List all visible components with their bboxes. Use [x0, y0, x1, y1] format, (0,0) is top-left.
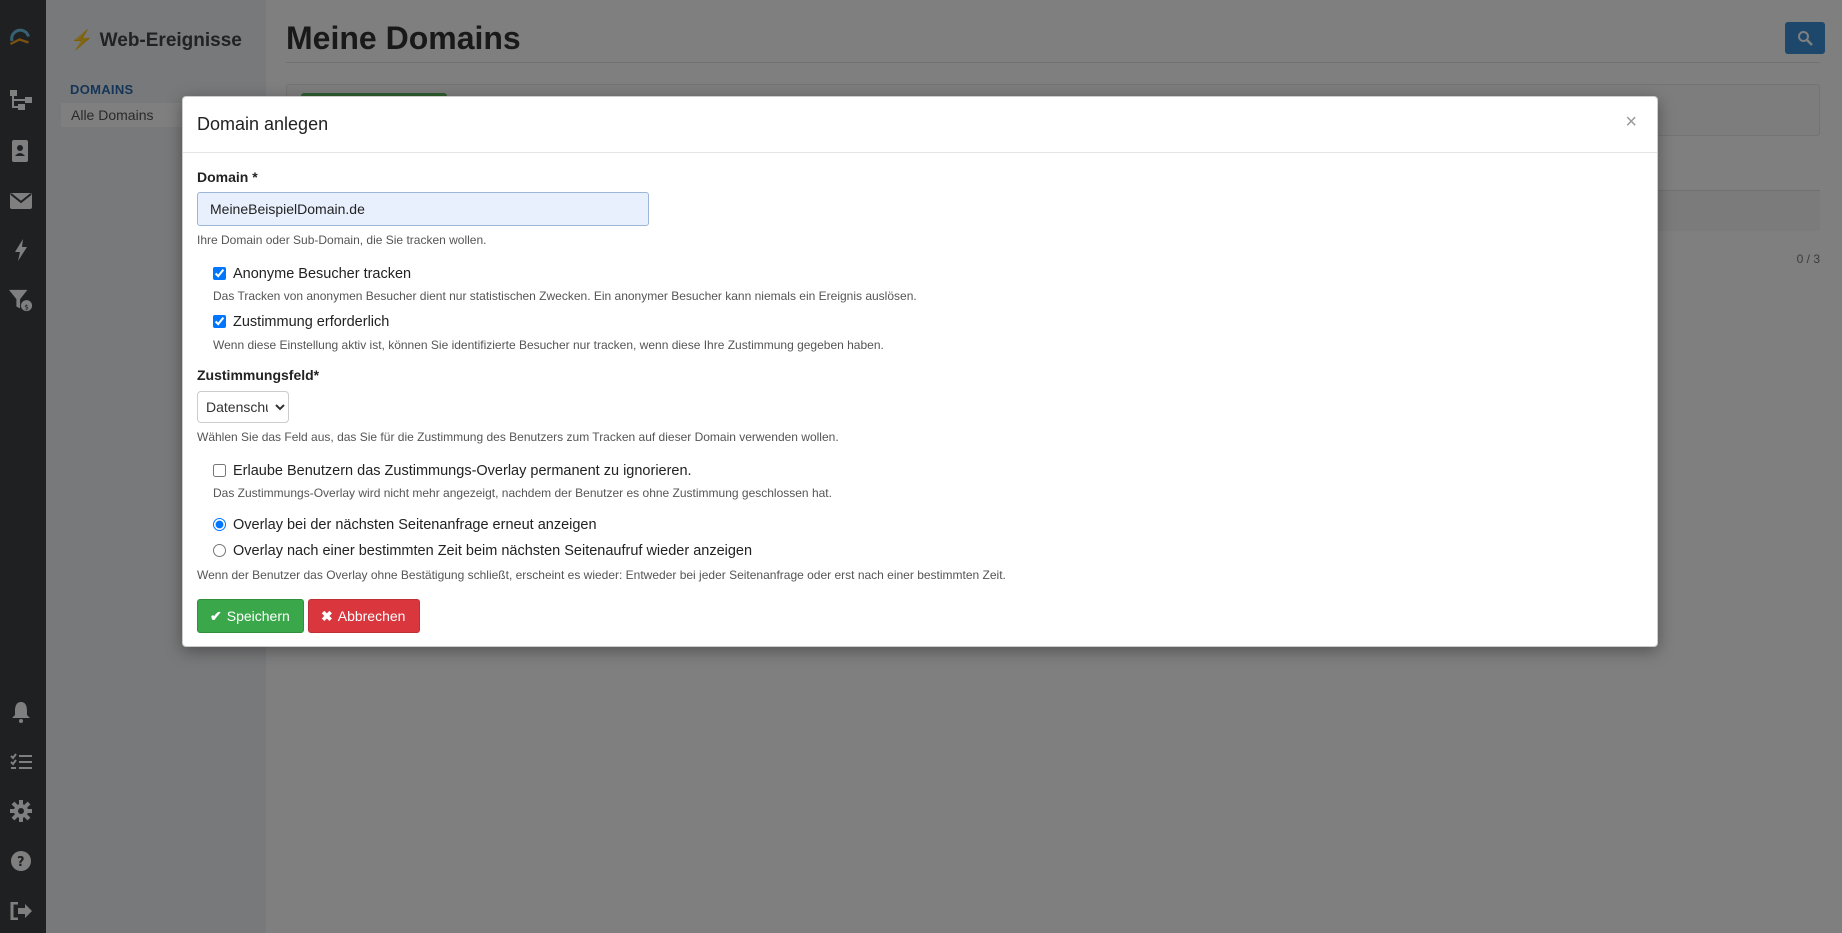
- anon-visitors-label: Anonyme Besucher tracken: [233, 266, 412, 282]
- domain-input[interactable]: [197, 192, 649, 226]
- consent-required-checkbox[interactable]: [213, 315, 226, 328]
- check-icon: ✔: [210, 607, 222, 624]
- overlay-next-request-radio[interactable]: [213, 518, 226, 531]
- anon-visitors-help: Das Tracken von anonymen Besucher dient …: [213, 289, 917, 303]
- modal-title: Domain anlegen: [197, 114, 329, 134]
- create-domain-dialog: Domain anlegen × Domain * Ihre Domain od…: [182, 96, 1658, 647]
- consent-field-select[interactable]: Datenschutz: [197, 391, 289, 423]
- anon-visitors-checkbox[interactable]: [213, 267, 226, 280]
- allow-ignore-checkbox[interactable]: [213, 464, 226, 477]
- overlay-next-request-label: Overlay bei der nächsten Seitenanfrage e…: [233, 517, 597, 533]
- consent-required-help: Wenn diese Einstellung aktiv ist, können…: [213, 338, 884, 352]
- overlay-help: Wenn der Benutzer das Overlay ohne Bestä…: [197, 568, 1006, 582]
- save-button-label: Speichern: [226, 608, 290, 624]
- consent-required-label: Zustimmung erforderlich: [233, 314, 390, 330]
- modal-header: Domain anlegen ×: [183, 97, 1657, 153]
- consent-field-label: Zustimmungsfeld*: [197, 367, 320, 383]
- domain-label: Domain *: [197, 169, 258, 185]
- cancel-button-label: Abbrechen: [337, 608, 406, 624]
- domain-help: Ihre Domain oder Sub-Domain, die Sie tra…: [197, 233, 487, 247]
- allow-ignore-help: Das Zustimmungs-Overlay wird nicht mehr …: [213, 486, 832, 500]
- allow-ignore-label: Erlaube Benutzern das Zustimmungs-Overla…: [233, 463, 692, 479]
- overlay-after-time-radio[interactable]: [213, 544, 226, 557]
- close-icon[interactable]: ×: [1625, 112, 1637, 132]
- overlay-after-time-label: Overlay nach einer bestimmten Zeit beim …: [233, 543, 753, 559]
- close-x-icon: ✖: [321, 607, 333, 624]
- cancel-button[interactable]: ✖ Abbrechen: [308, 599, 420, 633]
- consent-field-help: Wählen Sie das Feld aus, das Sie für die…: [197, 430, 839, 444]
- save-button[interactable]: ✔ Speichern: [197, 599, 304, 633]
